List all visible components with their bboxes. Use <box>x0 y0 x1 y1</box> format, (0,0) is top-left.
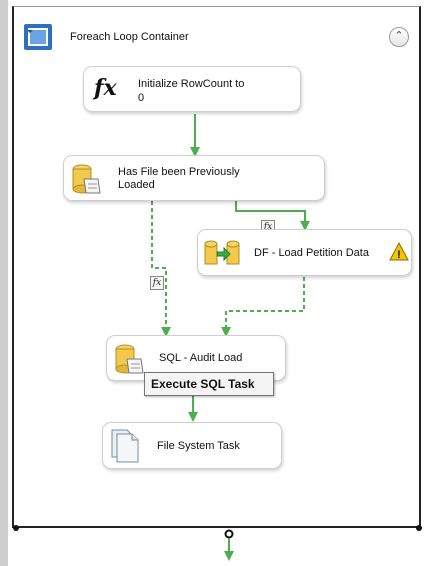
constraint-df-to-sql <box>221 277 305 337</box>
warning-mark: ! <box>397 249 401 261</box>
task-label-line1: Has File been Previously <box>118 166 240 178</box>
outgoing-anchor <box>224 529 234 539</box>
data-flow-icon <box>204 239 240 274</box>
task-has-file-loaded[interactable]: Has File been Previously Loaded <box>63 155 325 201</box>
constraint-hasfile-to-sql <box>151 201 171 337</box>
task-file-system[interactable]: File System Task <box>102 422 282 469</box>
task-label: File System Task <box>157 440 240 452</box>
warning-icon[interactable]: ! <box>389 241 409 267</box>
task-label: DF - Load Petition Data <box>254 247 369 259</box>
task-type-tooltip: Execute SQL Task <box>144 372 274 396</box>
task-label-line2: Loaded <box>118 179 155 191</box>
container-corner-left <box>13 525 19 531</box>
file-system-icon <box>109 427 141 470</box>
execute-sql-icon <box>70 163 102 200</box>
task-label-line2: 0 <box>138 92 145 104</box>
task-label-line1: Initialize RowCount to <box>138 78 245 90</box>
task-df-load-petition-data[interactable]: DF - Load Petition Data ! <box>197 229 412 276</box>
fx-expression-icon: fx <box>94 75 117 101</box>
execute-sql-icon <box>113 343 145 380</box>
container-corner-right <box>416 525 422 531</box>
package-design-canvas[interactable]: Foreach Loop Container ⌃ fx fx fx Initia… <box>0 0 426 566</box>
expression-badge-hasfile-sql[interactable]: fx <box>150 276 164 290</box>
task-initialize-rowcount[interactable]: fx Initialize RowCount to 0 <box>83 66 301 112</box>
task-label: SQL - Audit Load <box>159 352 243 364</box>
